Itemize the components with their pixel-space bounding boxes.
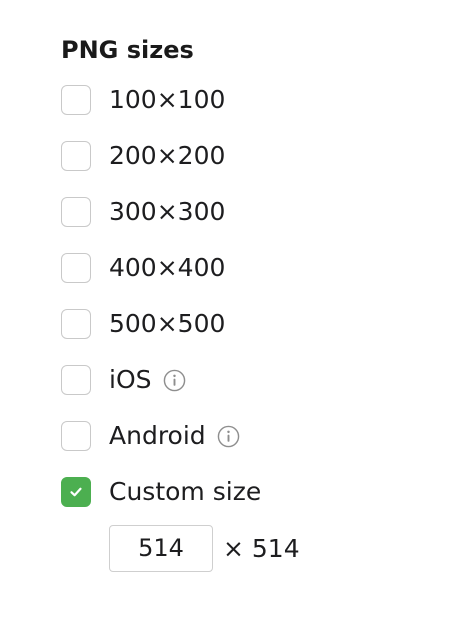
option-label-300: 300×300: [109, 197, 226, 226]
custom-width-input[interactable]: [109, 524, 213, 572]
png-sizes-panel: PNG sizes 100×100 200×200 300×300 400×40…: [61, 32, 421, 576]
option-row-200[interactable]: 200×200: [61, 128, 421, 184]
option-row-android[interactable]: Android: [61, 408, 421, 464]
option-label-100: 100×100: [109, 85, 226, 114]
checkbox-200[interactable]: [61, 141, 91, 171]
option-label-200: 200×200: [109, 141, 226, 170]
info-icon[interactable]: [217, 425, 240, 448]
option-label-ios: iOS: [109, 365, 152, 394]
custom-height-text: × 514: [223, 533, 300, 563]
option-label-custom: Custom size: [109, 477, 262, 506]
checkmark-icon: [70, 487, 82, 497]
option-row-custom[interactable]: Custom size: [61, 464, 421, 520]
option-label-500: 500×500: [109, 309, 226, 338]
checkbox-custom[interactable]: [61, 477, 91, 507]
section-title: PNG sizes: [61, 36, 194, 64]
checkbox-300[interactable]: [61, 197, 91, 227]
option-row-500[interactable]: 500×500: [61, 296, 421, 352]
option-row-ios[interactable]: iOS: [61, 352, 421, 408]
custom-size-controls: × 514: [109, 520, 421, 576]
option-row-400[interactable]: 400×400: [61, 240, 421, 296]
checkbox-100[interactable]: [61, 85, 91, 115]
option-row-300[interactable]: 300×300: [61, 184, 421, 240]
checkbox-ios[interactable]: [61, 365, 91, 395]
option-row-100[interactable]: 100×100: [61, 72, 421, 128]
checkbox-400[interactable]: [61, 253, 91, 283]
checkbox-android[interactable]: [61, 421, 91, 451]
info-icon[interactable]: [163, 369, 186, 392]
checkbox-500[interactable]: [61, 309, 91, 339]
option-label-android: Android: [109, 421, 206, 450]
option-label-400: 400×400: [109, 253, 226, 282]
